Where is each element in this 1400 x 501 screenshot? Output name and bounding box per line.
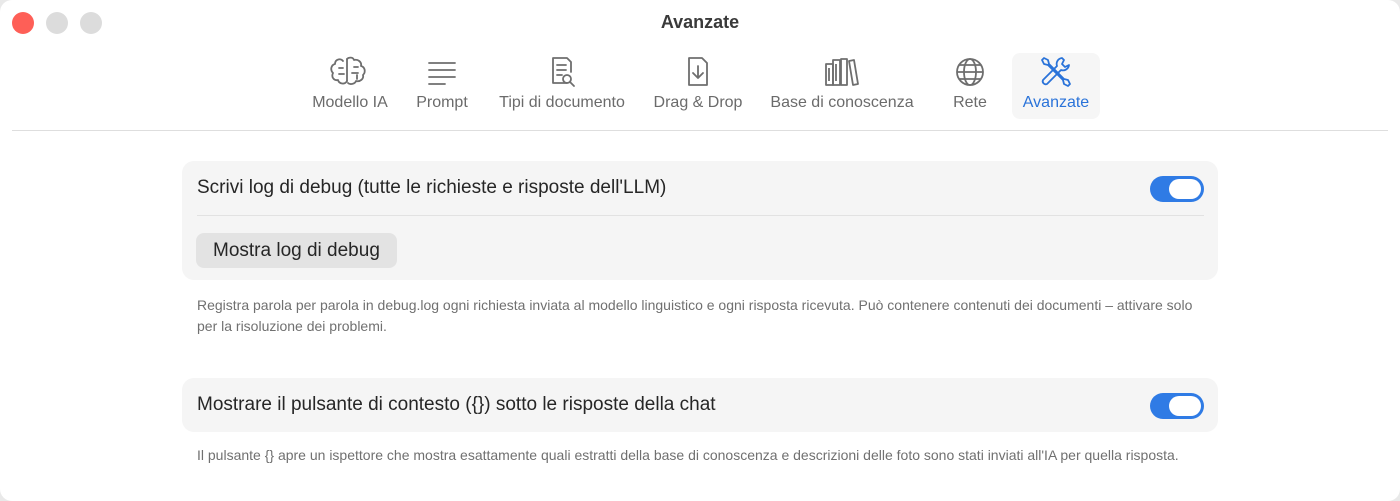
debug-log-label: Scrivi log di debug (tutte le richieste … <box>197 177 667 198</box>
toolbar-divider <box>12 130 1388 131</box>
tab-label: Avanzate <box>1022 94 1090 111</box>
tab-modello-ia[interactable]: Modello IA <box>302 53 398 119</box>
brain-icon <box>330 55 370 89</box>
tab-label: Modello IA <box>312 94 388 111</box>
context-button-group: Mostrare il pulsante di contesto ({}) so… <box>182 378 1218 432</box>
debug-log-row: Scrivi log di debug (tutte le richieste … <box>182 161 1218 215</box>
tab-base-di-conoscenza[interactable]: Base di conoscenza <box>761 53 923 119</box>
debug-log-button-row: Mostra log di debug <box>182 216 1218 280</box>
tab-label: Tipi di documento <box>499 94 625 111</box>
document-search-icon <box>547 55 577 89</box>
context-button-label: Mostrare il pulsante di contesto ({}) so… <box>197 394 716 415</box>
tab-label: Prompt <box>416 94 468 111</box>
document-download-icon <box>684 55 712 89</box>
tab-prompt[interactable]: Prompt <box>407 53 477 119</box>
settings-window: Avanzate Modello IA Prompt Tipi di docum… <box>0 0 1400 501</box>
tab-label: Rete <box>953 94 987 111</box>
show-debug-log-button[interactable]: Mostra log di debug <box>196 233 397 268</box>
tab-rete[interactable]: Rete <box>940 53 1000 119</box>
tab-label: Base di conoscenza <box>770 94 914 111</box>
debug-log-description: Registra parola per parola in debug.log … <box>197 297 1193 334</box>
window-title: Avanzate <box>660 12 740 32</box>
toggle-knob <box>1169 179 1201 199</box>
tab-label: Drag & Drop <box>653 94 743 111</box>
text-lines-icon <box>425 55 459 89</box>
toggle-knob <box>1169 396 1201 416</box>
context-button-description: Il pulsante {} apre un ispettore che mos… <box>197 447 1179 463</box>
debug-log-group: Scrivi log di debug (tutte le richieste … <box>182 161 1218 280</box>
tab-drag-drop[interactable]: Drag & Drop <box>646 53 750 119</box>
preferences-toolbar: Modello IA Prompt Tipi di documento Drag… <box>0 53 1400 121</box>
context-button-row: Mostrare il pulsante di contesto ({}) so… <box>182 378 1218 432</box>
globe-icon <box>953 55 987 89</box>
tools-icon <box>1038 55 1074 89</box>
context-button-toggle[interactable] <box>1150 393 1204 419</box>
tab-avanzate[interactable]: Avanzate <box>1012 53 1100 119</box>
debug-log-toggle[interactable] <box>1150 176 1204 202</box>
books-icon <box>823 55 861 89</box>
tab-tipi-di-documento[interactable]: Tipi di documento <box>488 53 636 119</box>
